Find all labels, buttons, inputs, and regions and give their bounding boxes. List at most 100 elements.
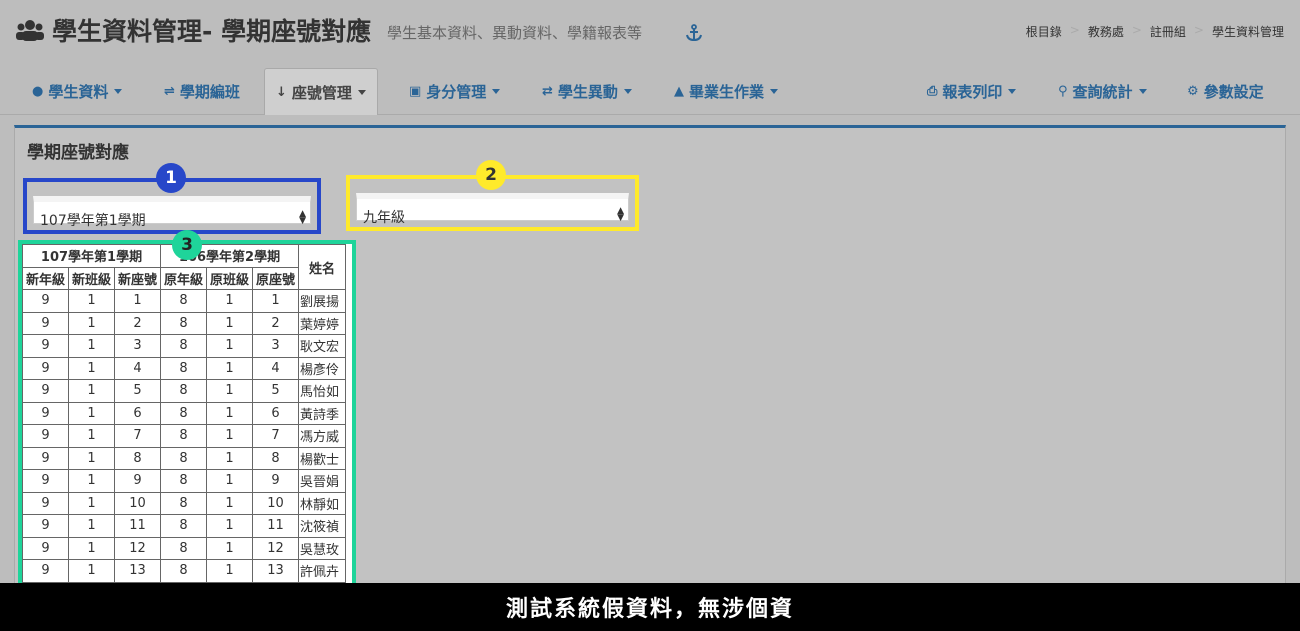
table-cell: 8 <box>160 334 207 358</box>
nav-class-assign[interactable]: ⇌ 學期編班 <box>164 68 240 114</box>
table-cell: 1 <box>68 536 115 560</box>
nav-label: 畢業生作業 <box>689 82 765 101</box>
grade-select-value: 九年級 <box>363 210 405 226</box>
table-cell: 1 <box>68 559 115 583</box>
table-cell: 1 <box>206 446 253 470</box>
table-cell: 9 <box>22 536 69 560</box>
step-badge-1: 1 <box>156 163 186 193</box>
table-cell: 1 <box>68 491 115 515</box>
nav-identity-management[interactable]: ▣ 身分管理 <box>409 68 501 114</box>
table-body: 9 1 1 8 1 1 劉展揚 9 1 2 8 1 2 葉婷婷 9 1 3 8 1 3 耿文宏 9 1 4 8 1 4 楊彥伶 9 1 5 8… <box>22 289 346 583</box>
nav-label: 學生資料 <box>48 82 109 101</box>
breadcrumb: 根目錄 > 教務處 > 註冊組 > 學生資料管理 <box>1026 23 1284 40</box>
student-name-cell: 劉展揚 <box>298 289 346 313</box>
table-cell: 3 <box>114 334 161 358</box>
student-name-cell: 楊彥伶 <box>298 356 346 380</box>
nav-seat-management[interactable]: ↓ 座號管理 <box>264 68 378 115</box>
semester-select[interactable]: 107學年第1學期 ▲ ▼ <box>33 196 311 229</box>
table-cell: 1 <box>206 559 253 583</box>
caret-down-icon <box>623 88 632 94</box>
nav-report-print[interactable]: ⎙ 報表列印 <box>927 68 1017 114</box>
nav-settings[interactable]: ⚙ 參數設定 <box>1187 68 1264 114</box>
breadcrumb-item[interactable]: 註冊組 <box>1150 23 1186 40</box>
semester-select-value: 107學年第1學期 <box>40 213 146 229</box>
column-header: 新班級 <box>68 266 115 290</box>
table-cell: 8 <box>160 536 207 560</box>
table-cell: 4 <box>252 356 299 380</box>
table-cell: 8 <box>114 446 161 470</box>
table-row: 9 1 5 8 1 5 馬怡如 <box>22 379 346 403</box>
student-name-cell: 吳晉娟 <box>298 469 346 493</box>
nav-student-transfer[interactable]: ⇄ 學生異動 <box>542 68 632 114</box>
table-cell: 1 <box>68 446 115 470</box>
users-icon: ● <box>32 83 44 99</box>
table-cell: 1 <box>68 289 115 313</box>
table-cell: 1 <box>206 491 253 515</box>
graduation-cap-icon: ▲ <box>674 83 684 99</box>
table-cell: 8 <box>160 559 207 583</box>
nav-label: 學生異動 <box>557 82 618 101</box>
table-cell: 8 <box>160 446 207 470</box>
table-cell: 1 <box>206 401 253 425</box>
table-cell: 9 <box>252 469 299 493</box>
breadcrumb-separator: > <box>1193 23 1204 37</box>
table-cell: 8 <box>160 491 207 515</box>
table-cell: 8 <box>160 469 207 493</box>
breadcrumb-separator: > <box>1131 23 1142 37</box>
table-cell: 1 <box>68 514 115 538</box>
table-row: 9 1 6 8 1 6 黃詩季 <box>22 401 346 425</box>
table-row: 9 1 2 8 1 2 葉婷婷 <box>22 311 346 335</box>
table-row: 9 1 3 8 1 3 耿文宏 <box>22 334 346 358</box>
nav-student-data[interactable]: ● 學生資料 <box>32 68 123 114</box>
table-cell: 9 <box>22 559 69 583</box>
table-cell: 1 <box>68 401 115 425</box>
breadcrumb-item[interactable]: 根目錄 <box>1026 23 1062 40</box>
printer-icon: ⎙ <box>927 83 938 99</box>
table-cell: 1 <box>68 469 115 493</box>
sort-icon: ↓ <box>276 84 287 100</box>
gear-icon: ⚙ <box>1187 83 1199 99</box>
table-cell: 1 <box>68 379 115 403</box>
table-cell: 1 <box>206 536 253 560</box>
nav-graduates[interactable]: ▲ 畢業生作業 <box>674 68 779 114</box>
caret-down-icon <box>114 88 123 94</box>
nav-label: 學期編班 <box>179 82 240 101</box>
anchor-icon[interactable] <box>685 24 703 42</box>
nav-query-stats[interactable]: ⚲ 查詢統計 <box>1058 68 1147 114</box>
table-cell: 1 <box>206 311 253 335</box>
breadcrumb-item[interactable]: 教務處 <box>1088 23 1124 40</box>
student-name-cell: 許佩卉 <box>298 559 346 583</box>
caption-bar: 測試系統假資料，無涉個資 <box>0 583 1300 631</box>
breadcrumb-item[interactable]: 學生資料管理 <box>1212 23 1284 40</box>
table-cell: 8 <box>160 356 207 380</box>
caret-down-icon <box>1008 88 1017 94</box>
select-arrows-icon: ▲ ▼ <box>617 206 624 223</box>
table-cell: 9 <box>22 311 69 335</box>
caret-down-icon <box>1138 88 1147 94</box>
table-cell: 12 <box>114 536 161 560</box>
table-cell: 10 <box>252 491 299 515</box>
table-cell: 9 <box>22 491 69 515</box>
table-cell: 6 <box>114 401 161 425</box>
table-cell: 8 <box>160 379 207 403</box>
table-row: 9 1 9 8 1 9 吳晉娟 <box>22 469 346 493</box>
table-row: 9 1 1 8 1 1 劉展揚 <box>22 289 346 313</box>
table-cell: 7 <box>114 424 161 448</box>
table-cell: 11 <box>252 514 299 538</box>
step-badge-2: 2 <box>476 160 506 190</box>
shuffle-icon: ⇌ <box>164 83 175 99</box>
table-cell: 1 <box>68 311 115 335</box>
table-cell: 9 <box>22 289 69 313</box>
column-header: 原座號 <box>252 266 299 290</box>
student-name-cell: 馮方威 <box>298 424 346 448</box>
table-cell: 8 <box>160 311 207 335</box>
caret-down-icon <box>357 89 366 95</box>
column-header: 原班級 <box>206 266 253 290</box>
id-card-icon: ▣ <box>409 83 422 99</box>
table-cell: 1 <box>68 424 115 448</box>
student-name-cell: 耿文宏 <box>298 334 346 358</box>
grade-select[interactable]: 九年級 ▲ ▼ <box>356 193 629 226</box>
panel-title: 學期座號對應 <box>27 143 129 163</box>
table-cell: 12 <box>252 536 299 560</box>
table-cell: 9 <box>22 514 69 538</box>
